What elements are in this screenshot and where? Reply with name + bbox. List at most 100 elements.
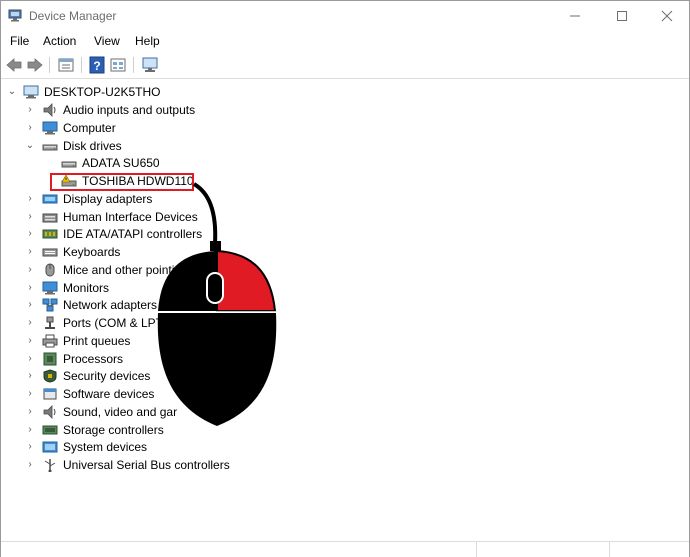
tree-root[interactable]: ⌄ DESKTOP-U2K5THO	[1, 83, 301, 101]
tree-item-label: Computer	[63, 120, 116, 135]
network-adapter-icon	[42, 298, 58, 312]
tree-category-item[interactable]: › System devices	[1, 438, 321, 456]
tree-item-label: Human Interface Devices	[63, 209, 198, 224]
tree-item-label: Print queues	[63, 333, 131, 348]
help-icon[interactable]: ?	[88, 56, 106, 74]
tree-category-item[interactable]: › Sound, video and gar	[1, 403, 321, 421]
tree-item-label: Monitors	[63, 280, 110, 295]
properties-icon[interactable]	[57, 56, 75, 74]
tree-category-item[interactable]: › Display adapters	[1, 190, 321, 208]
tree-category-item[interactable]: › Network adapters	[1, 296, 321, 314]
tree-item-label: Keyboards	[63, 245, 121, 259]
chevron-down-icon[interactable]: ⌄	[7, 87, 17, 97]
tree-category-item[interactable]: › Ports (COM & LPT	[1, 314, 321, 332]
tree-category-item[interactable]: › Audio inputs and outputs	[1, 101, 321, 119]
toolbar: ?	[1, 52, 689, 79]
chevron-right-icon[interactable]: ›	[25, 300, 35, 310]
chevron-right-icon[interactable]: ›	[25, 424, 35, 435]
chevron-right-icon[interactable]: ›	[25, 460, 35, 470]
keyboard-icon	[42, 248, 58, 257]
tree-category-item[interactable]: ⌄ Disk drives	[1, 137, 321, 155]
monitor-icon	[42, 281, 58, 294]
chevron-right-icon[interactable]: ›	[25, 193, 35, 204]
tree-item-label: IDE ATA/ATAPI controllers	[63, 227, 203, 242]
tree-category-item[interactable]: › Mice and other pointin	[1, 261, 321, 279]
menu-file[interactable]: File	[10, 34, 29, 48]
chevron-right-icon[interactable]: ›	[25, 264, 35, 275]
tree-category-item[interactable]: › Storage controllers	[1, 421, 321, 439]
svg-text:?: ?	[93, 59, 100, 73]
processor-icon	[43, 352, 57, 365]
minimize-button[interactable]	[552, 1, 598, 31]
back-icon[interactable]	[5, 56, 23, 74]
chevron-right-icon[interactable]: ›	[25, 122, 35, 133]
tree-item-label: Security devices	[63, 369, 151, 384]
chevron-right-icon[interactable]: ›	[25, 247, 35, 257]
highlight-box	[50, 173, 194, 191]
tree-item-label: Display adapters	[63, 191, 153, 206]
tree-category-item[interactable]: › Computer	[1, 119, 321, 137]
chevron-down-icon[interactable]: ⌄	[25, 140, 35, 151]
status-divider	[476, 542, 477, 557]
chevron-right-icon[interactable]: ›	[25, 406, 35, 417]
toolbar-separator	[133, 57, 134, 73]
tree-item-label: Disk drives	[63, 138, 122, 153]
tree-category-item[interactable]: › Monitors	[1, 279, 321, 297]
tree-category-item[interactable]: › Print queues	[1, 332, 321, 350]
close-button[interactable]	[644, 1, 690, 31]
display-adapter-icon	[42, 194, 58, 204]
software-icon	[43, 388, 57, 400]
tree-category-item[interactable]: › Security devices	[1, 367, 321, 385]
tree-item-label: System devices	[63, 440, 148, 455]
tree-item-label: Storage controllers	[63, 422, 164, 437]
title-bar[interactable]: Device Manager	[1, 1, 689, 31]
speaker-icon	[43, 103, 56, 117]
chevron-right-icon[interactable]: ›	[25, 318, 35, 328]
chevron-right-icon[interactable]: ›	[25, 335, 35, 346]
menu-action[interactable]: Action	[43, 34, 76, 48]
chevron-right-icon[interactable]: ›	[25, 371, 35, 381]
tree-category-item[interactable]: › Human Interface Devices	[1, 208, 321, 226]
menu-view[interactable]: View	[94, 34, 120, 48]
tree-category-item[interactable]: › Processors	[1, 350, 321, 368]
printer-icon	[42, 334, 58, 348]
security-icon	[43, 369, 57, 383]
chevron-right-icon[interactable]: ›	[25, 353, 35, 364]
chevron-right-icon[interactable]: ›	[25, 211, 35, 222]
tree-item-label: Audio inputs and outputs	[63, 103, 196, 117]
tree-item-label: Ports (COM & LPT	[63, 316, 164, 330]
minimize-icon	[570, 15, 580, 17]
tree-item-label: ADATA SU650	[82, 156, 160, 171]
chevron-right-icon[interactable]: ›	[25, 442, 35, 452]
chevron-right-icon[interactable]: ›	[25, 229, 35, 239]
maximize-button[interactable]	[599, 1, 645, 31]
close-icon	[661, 10, 673, 22]
port-icon	[45, 316, 55, 329]
root-label: DESKTOP-U2K5THO	[44, 85, 161, 99]
tree-item-label: Network adapters	[63, 298, 158, 313]
tree-category-item[interactable]: › Software devices	[1, 385, 321, 403]
chevron-right-icon[interactable]: ›	[25, 389, 35, 399]
tree-item-label: Software devices	[63, 387, 155, 401]
tree-category-item[interactable]: › Keyboards	[1, 243, 321, 261]
tree-category-item[interactable]: › Universal Serial Bus controllers	[1, 456, 321, 474]
chevron-right-icon[interactable]: ›	[25, 282, 35, 293]
ide-controller-icon	[42, 229, 58, 239]
chevron-right-icon[interactable]: ›	[25, 105, 35, 115]
disk-drive-icon	[61, 161, 77, 168]
toolbar-separator	[49, 57, 50, 73]
monitor-icon[interactable]	[141, 56, 159, 74]
mouse-icon	[45, 263, 55, 277]
disk-drive-icon	[42, 144, 58, 150]
menu-help[interactable]: Help	[135, 34, 160, 48]
tree-item-label: Sound, video and gar	[63, 404, 178, 419]
toolbar-separator	[81, 57, 82, 73]
menu-bar: File Action View Help	[1, 31, 689, 52]
computer-icon	[42, 121, 58, 135]
tree-child-item[interactable]: ADATA SU650	[1, 154, 321, 172]
sound-icon	[43, 404, 56, 419]
usb-icon	[44, 459, 56, 472]
forward-icon[interactable]	[26, 56, 44, 74]
tree-category-item[interactable]: › IDE ATA/ATAPI controllers	[1, 225, 321, 243]
details-icon[interactable]	[109, 56, 127, 74]
